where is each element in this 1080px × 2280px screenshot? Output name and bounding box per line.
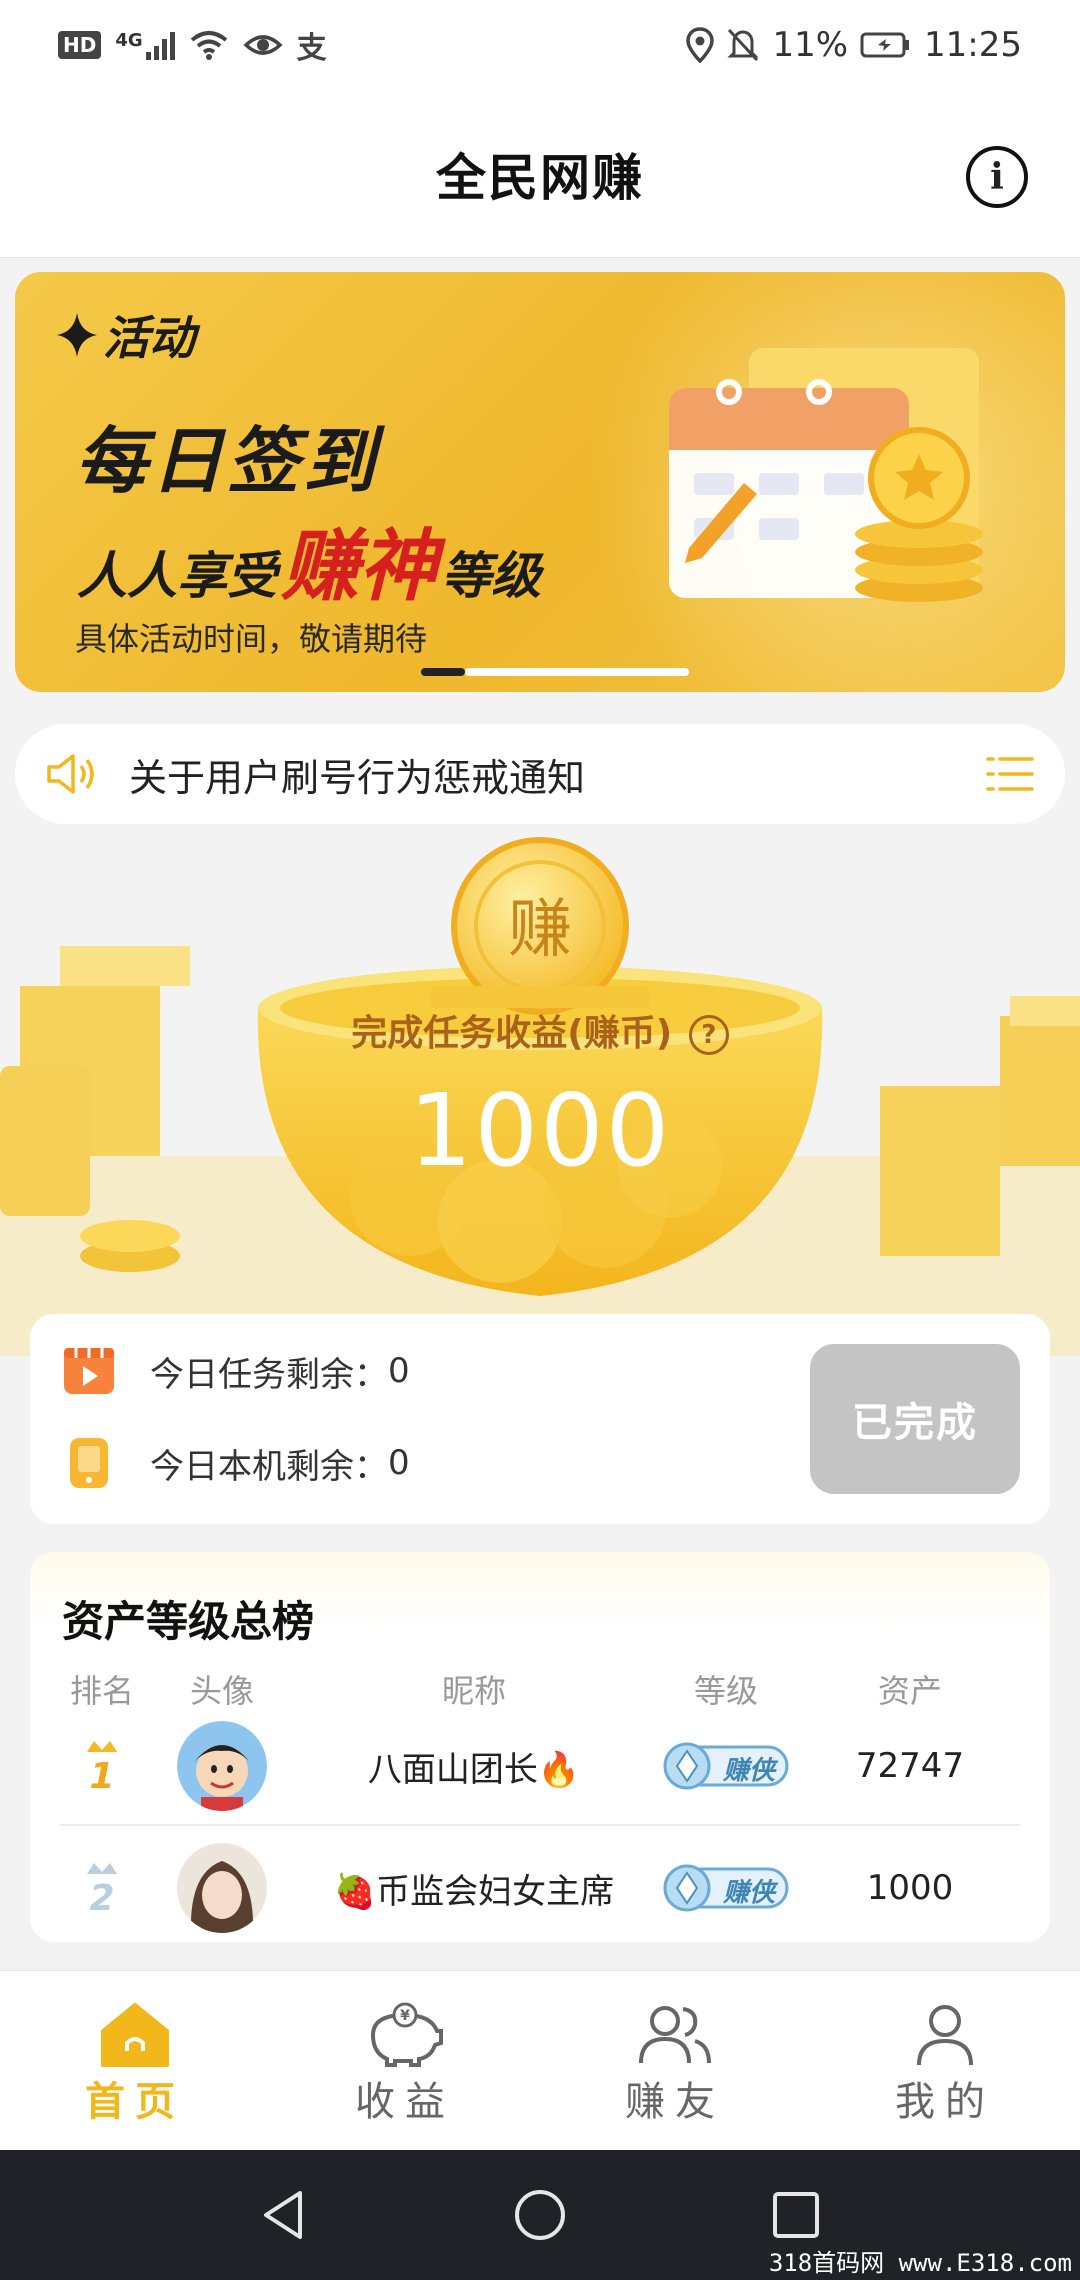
nav-friends[interactable]: 赚友 bbox=[540, 1971, 810, 2150]
video-task-icon bbox=[64, 1348, 114, 1394]
list-icon[interactable] bbox=[985, 754, 1035, 794]
level-label: 赚侠 bbox=[723, 1878, 776, 1908]
hd-badge: HD bbox=[58, 31, 102, 59]
page-title: 全民网赚 bbox=[436, 148, 644, 207]
level-label: 赚侠 bbox=[723, 1756, 776, 1786]
watermark: 318首码网 www.E318.com bbox=[768, 2249, 1072, 2277]
device-remaining-row: 今日本机剩余： 0 bbox=[62, 1436, 410, 1490]
banner-subtitle-before: 人人享受 bbox=[77, 547, 277, 605]
earnings-area: 赚 完成任务收益(赚币) ? 1000 bbox=[0, 836, 1080, 1356]
home-circle-icon[interactable] bbox=[512, 2187, 568, 2243]
nav-earnings[interactable]: ¥ 收益 bbox=[270, 1971, 540, 2150]
banner-title: 每日签到 bbox=[75, 419, 380, 503]
wifi-icon bbox=[190, 31, 227, 60]
earnings-value: 1000 bbox=[408, 1072, 672, 1189]
level-badge-shape: 赚侠 bbox=[661, 1863, 791, 1913]
battery-percent: 11% bbox=[772, 25, 849, 65]
rank-number: 1 bbox=[89, 1756, 114, 1794]
info-icon: i bbox=[990, 156, 1004, 198]
asset-ranking-card: 资产等级总榜 排名 头像 昵称 等级 资产 1 八面山团长🔥 赚侠 72747 … bbox=[30, 1552, 1050, 1942]
level-badge: 赚侠 bbox=[661, 1706, 791, 1826]
app-header: 全民网赚 i bbox=[0, 90, 1080, 258]
banner-subtitle-after: 等级 bbox=[441, 547, 542, 605]
avatar-image bbox=[177, 1843, 267, 1933]
coin-label: 赚 bbox=[508, 893, 572, 967]
back-icon[interactable] bbox=[256, 2187, 312, 2243]
phone-icon bbox=[70, 1438, 108, 1488]
earnings-caption-text: 完成任务收益(赚币) bbox=[351, 1013, 673, 1054]
bell-off-icon bbox=[727, 28, 760, 62]
eye-icon bbox=[243, 35, 283, 55]
help-icon[interactable]: ? bbox=[688, 1015, 729, 1055]
nickname: 🍓币监会妇女主席 bbox=[333, 1871, 615, 1912]
table-row[interactable]: 1 八面山团长🔥 赚侠 72747 bbox=[30, 1706, 1050, 1826]
banner-subtitle: 人人享受 赚神 等级 bbox=[77, 504, 541, 616]
ranking-title: 资产等级总榜 bbox=[62, 1597, 315, 1646]
speaker-icon bbox=[47, 754, 94, 794]
level-badge-shape: 赚侠 bbox=[661, 1741, 791, 1791]
recents-icon[interactable] bbox=[768, 2187, 824, 2243]
earnings-caption: 完成任务收益(赚币) ? bbox=[0, 1004, 1080, 1056]
today-tasks-label: 今日任务剩余： bbox=[150, 1354, 388, 1395]
nav-friends-label: 赚友 bbox=[625, 2079, 725, 2125]
status-bar: HD 4G 支 11% 11:25 bbox=[0, 0, 1080, 90]
rank-two-medal: 2 bbox=[84, 1828, 120, 1942]
piggy-bank-icon: ¥ bbox=[370, 2002, 443, 2067]
nickname: 八面山团长🔥 bbox=[367, 1749, 581, 1790]
banner-description: 具体活动时间，敬请期待 bbox=[75, 620, 428, 658]
info-button[interactable]: i bbox=[966, 146, 1028, 208]
svg-text:¥: ¥ bbox=[400, 2008, 410, 2024]
sparkle-icon bbox=[57, 313, 97, 357]
banner-tag: 活动 bbox=[57, 302, 195, 368]
banner-dot-active bbox=[421, 668, 465, 676]
nav-home[interactable]: 首页 bbox=[0, 1971, 270, 2150]
banner-pagination bbox=[421, 668, 689, 676]
avatar-image bbox=[177, 1721, 267, 1811]
nav-home-label: 首页 bbox=[85, 2079, 185, 2125]
nav-earnings-label: 收益 bbox=[355, 2079, 455, 2125]
today-tasks-row: 今日任务剩余： 0 bbox=[62, 1346, 410, 1396]
rank-number: 2 bbox=[89, 1878, 114, 1916]
level-badge: 赚侠 bbox=[661, 1828, 791, 1942]
system-nav-bar: 318首码网 www.E318.com bbox=[0, 2150, 1080, 2280]
clock: 11:25 bbox=[924, 25, 1022, 65]
crown-icon: 1 bbox=[87, 1741, 117, 1794]
avatar bbox=[177, 1828, 267, 1942]
location-icon bbox=[686, 27, 715, 63]
notice-bar[interactable]: 关于用户刷号行为惩戒通知 bbox=[15, 724, 1065, 824]
network-type: 4G bbox=[115, 30, 175, 60]
avatar bbox=[177, 1706, 267, 1826]
status-right: 11% 11:25 bbox=[686, 25, 1022, 65]
friends-icon bbox=[639, 2006, 711, 2064]
battery-icon bbox=[860, 32, 910, 58]
today-tasks-value: 0 bbox=[388, 1351, 410, 1391]
profile-icon bbox=[917, 2005, 973, 2066]
calendar-coins-illustration bbox=[669, 348, 983, 602]
status-left: HD 4G 支 bbox=[58, 23, 327, 67]
device-remaining-value: 0 bbox=[388, 1443, 410, 1483]
row-divider bbox=[60, 1824, 1020, 1826]
banner-tag-label: 活动 bbox=[103, 311, 195, 365]
table-row[interactable]: 2 🍓币监会妇女主席 赚侠 1000 bbox=[30, 1828, 1050, 1942]
nav-profile-label: 我的 bbox=[895, 2079, 995, 2125]
promo-banner[interactable]: 活动 每日签到 人人享受 赚神 等级 具体活动时间，敬请期待 bbox=[15, 272, 1065, 692]
nav-profile[interactable]: 我的 bbox=[810, 1971, 1080, 2150]
alipay-icon: 支 bbox=[296, 31, 327, 66]
home-icon bbox=[101, 2003, 169, 2067]
rank-one-medal: 1 bbox=[84, 1706, 120, 1826]
task-card: 今日任务剩余： 0 今日本机剩余： 0 已完成 bbox=[30, 1314, 1050, 1524]
banner-dot bbox=[465, 668, 689, 676]
device-remaining-label: 今日本机剩余： bbox=[150, 1446, 388, 1487]
notice-text: 关于用户刷号行为惩戒通知 bbox=[129, 755, 586, 800]
asset-value: 1000 bbox=[866, 1868, 954, 1908]
asset-value: 72747 bbox=[855, 1746, 965, 1786]
banner-subtitle-highlight: 赚神 bbox=[281, 522, 438, 612]
signal-icon bbox=[145, 30, 175, 60]
crown-icon: 2 bbox=[87, 1863, 117, 1916]
bottom-nav: 首页 ¥ 收益 赚友 我的 bbox=[0, 1970, 1080, 2150]
network-label: 4G bbox=[115, 30, 143, 51]
completed-button[interactable]: 已完成 bbox=[810, 1344, 1020, 1494]
